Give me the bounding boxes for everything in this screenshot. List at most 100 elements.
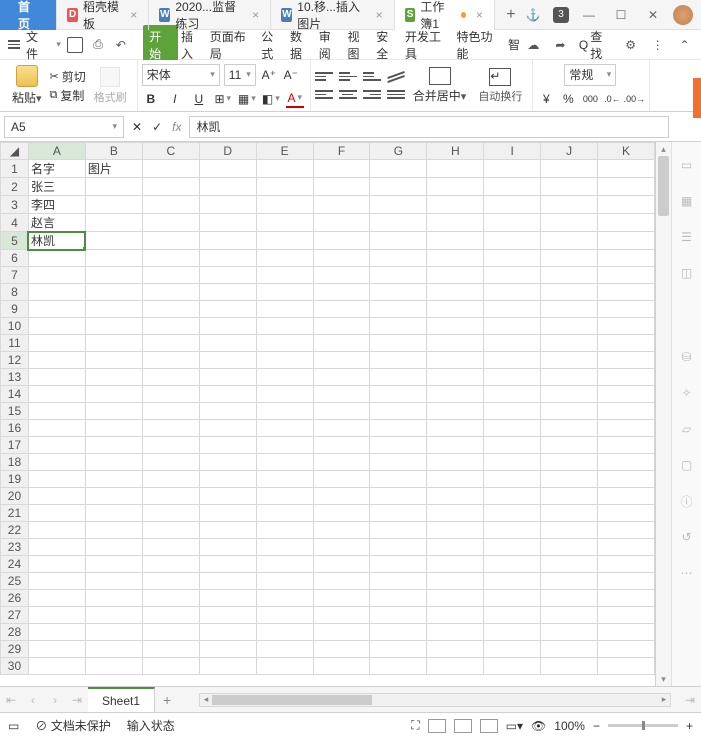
cell[interactable]: [199, 214, 256, 232]
cell[interactable]: [427, 471, 484, 488]
cell[interactable]: [313, 369, 370, 386]
cell[interactable]: [28, 301, 85, 318]
chart-pane-icon[interactable]: ◫: [678, 264, 696, 282]
cell[interactable]: [313, 232, 370, 250]
col-header[interactable]: J: [541, 143, 598, 160]
cell[interactable]: [142, 301, 199, 318]
cell[interactable]: [313, 658, 370, 675]
cell[interactable]: [427, 539, 484, 556]
align-left-icon[interactable]: [315, 88, 333, 102]
cell[interactable]: [541, 522, 598, 539]
print-icon[interactable]: ⎙: [90, 36, 107, 54]
cell[interactable]: [427, 214, 484, 232]
prev-sheet-icon[interactable]: ‹: [22, 689, 44, 711]
cell[interactable]: [598, 471, 655, 488]
cell[interactable]: [85, 267, 142, 284]
undo-icon[interactable]: ↶: [112, 36, 129, 54]
cell[interactable]: [598, 386, 655, 403]
cell[interactable]: [142, 573, 199, 590]
cell[interactable]: [142, 369, 199, 386]
cell[interactable]: [598, 607, 655, 624]
cell[interactable]: [484, 522, 541, 539]
confirm-edit-icon[interactable]: ✓: [152, 120, 162, 134]
row-header[interactable]: 27: [1, 607, 29, 624]
cell[interactable]: [484, 624, 541, 641]
cell[interactable]: [199, 539, 256, 556]
cell[interactable]: [199, 590, 256, 607]
cell[interactable]: [484, 369, 541, 386]
cell[interactable]: [28, 556, 85, 573]
horizontal-scrollbar[interactable]: ◂ ▸: [199, 693, 671, 707]
cell[interactable]: [541, 232, 598, 250]
row-header[interactable]: 22: [1, 522, 29, 539]
cell[interactable]: [427, 301, 484, 318]
cell[interactable]: [427, 250, 484, 267]
cell[interactable]: [370, 539, 427, 556]
cut-button[interactable]: ✂ 剪切: [50, 68, 86, 85]
italic-button[interactable]: I: [166, 90, 184, 108]
cell[interactable]: [85, 318, 142, 335]
cell[interactable]: [199, 369, 256, 386]
cell[interactable]: [370, 232, 427, 250]
cell[interactable]: [370, 196, 427, 214]
cell[interactable]: [484, 284, 541, 301]
align-top-icon[interactable]: [315, 70, 333, 84]
row-header[interactable]: 17: [1, 437, 29, 454]
cell[interactable]: [199, 335, 256, 352]
cell[interactable]: [427, 386, 484, 403]
cell[interactable]: [199, 196, 256, 214]
cell[interactable]: [142, 607, 199, 624]
cell[interactable]: [541, 267, 598, 284]
sheet-tab[interactable]: Sheet1: [88, 687, 155, 712]
cell[interactable]: [85, 471, 142, 488]
cell[interactable]: [256, 196, 313, 214]
cell[interactable]: [484, 505, 541, 522]
cell[interactable]: [28, 318, 85, 335]
cell[interactable]: [28, 505, 85, 522]
currency-icon[interactable]: ¥: [537, 90, 555, 108]
cell[interactable]: [598, 250, 655, 267]
cell[interactable]: [142, 624, 199, 641]
cell[interactable]: [484, 437, 541, 454]
select-all-corner[interactable]: ◢: [1, 143, 29, 160]
cell[interactable]: [427, 437, 484, 454]
fx-icon[interactable]: fx: [172, 120, 181, 134]
cell[interactable]: [142, 539, 199, 556]
cell[interactable]: [541, 301, 598, 318]
cell[interactable]: [370, 590, 427, 607]
cell[interactable]: [598, 335, 655, 352]
decrease-decimal-icon[interactable]: .00→: [625, 90, 643, 108]
cell[interactable]: [85, 403, 142, 420]
cell[interactable]: [370, 214, 427, 232]
save-icon[interactable]: [67, 36, 84, 54]
cell[interactable]: [370, 522, 427, 539]
cell[interactable]: [313, 590, 370, 607]
cell[interactable]: [256, 607, 313, 624]
cell[interactable]: [313, 267, 370, 284]
close-tab-icon[interactable]: ×: [129, 9, 138, 21]
cell[interactable]: [484, 573, 541, 590]
cell[interactable]: [541, 454, 598, 471]
cell[interactable]: [484, 471, 541, 488]
settings-icon[interactable]: ⚙: [622, 36, 639, 54]
cell[interactable]: [256, 658, 313, 675]
cell[interactable]: [484, 301, 541, 318]
cell[interactable]: [28, 403, 85, 420]
cell[interactable]: [598, 232, 655, 250]
cell[interactable]: [427, 573, 484, 590]
menu-overflow-icon[interactable]: ⚓: [521, 3, 545, 27]
cell[interactable]: [427, 556, 484, 573]
cell-style-button[interactable]: ▦▾: [238, 90, 256, 108]
cell[interactable]: [484, 556, 541, 573]
row-header[interactable]: 13: [1, 369, 29, 386]
cell[interactable]: [598, 284, 655, 301]
cell[interactable]: [370, 178, 427, 196]
close-tab-icon[interactable]: ×: [251, 9, 260, 21]
underline-button[interactable]: U: [190, 90, 208, 108]
row-header[interactable]: 6: [1, 250, 29, 267]
style-pane-icon[interactable]: ▦: [678, 192, 696, 210]
cell[interactable]: [28, 522, 85, 539]
cell[interactable]: [484, 232, 541, 250]
cell[interactable]: [427, 335, 484, 352]
cell[interactable]: [142, 284, 199, 301]
